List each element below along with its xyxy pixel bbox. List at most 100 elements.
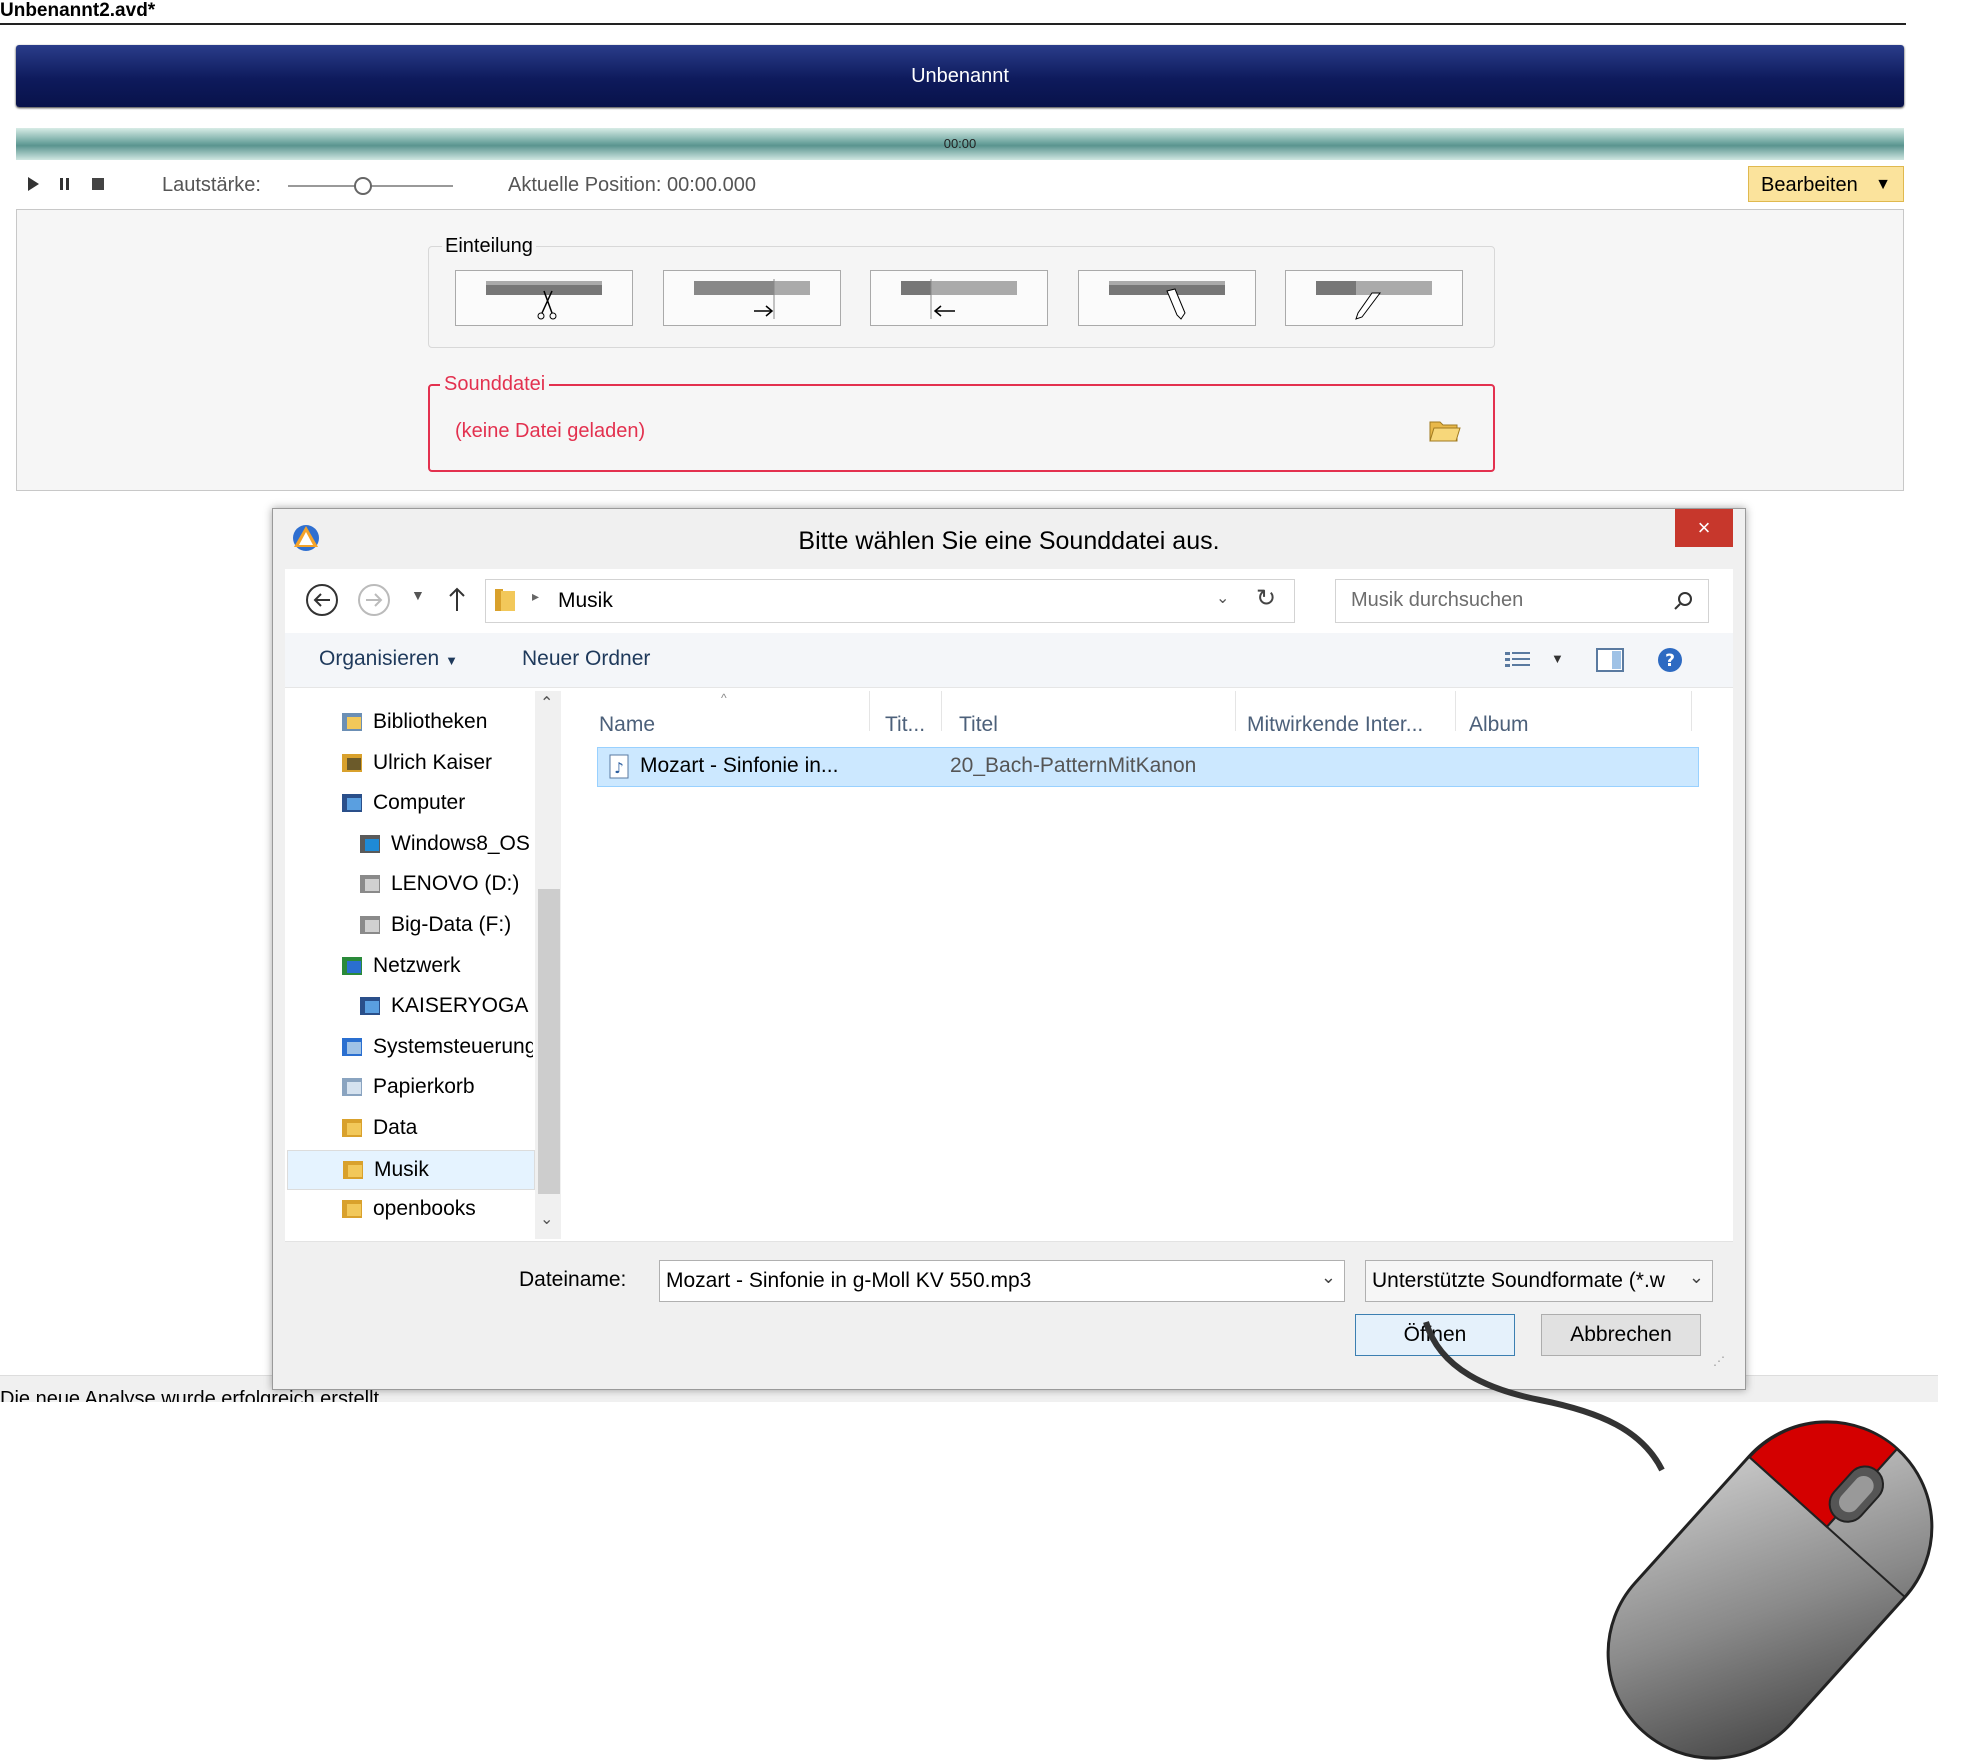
edit-segment-button[interactable]: [1285, 270, 1463, 326]
no-file-text: (keine Datei geladen): [455, 420, 646, 442]
address-dropdown-icon[interactable]: ⌄: [1216, 588, 1229, 608]
open-file-dialog: Bitte wählen Sie eine Sounddatei aus. × …: [272, 508, 1746, 1390]
table-row[interactable]: ♪ Mozart - Sinfonie in... 20_Bach-Patter…: [597, 747, 1699, 787]
back-icon[interactable]: [305, 583, 339, 617]
playback-controls: Lautstärke: Aktuelle Position: 00:00.000…: [0, 166, 1906, 204]
search-input[interactable]: Musik durchsuchen: [1335, 579, 1709, 623]
tree-item-data[interactable]: Data: [287, 1109, 533, 1147]
tree-item-label: Computer: [373, 791, 466, 815]
status-text: Die neue Analyse wurde erfolgreich erste…: [0, 1388, 385, 1402]
folder-icon: [342, 1200, 362, 1219]
chevron-down-icon[interactable]: ⌄: [1321, 1267, 1336, 1288]
column-header-album[interactable]: Album: [1469, 713, 1529, 737]
sounddatei-label: Sounddatei: [440, 373, 550, 396]
tree-item-label: Bibliotheken: [373, 710, 488, 733]
organize-menu[interactable]: Organisieren ▼: [319, 647, 458, 671]
split-segment-button[interactable]: [455, 270, 633, 326]
tree-item-ulrich-kaiser[interactable]: Ulrich Kaiser: [287, 744, 533, 782]
extend-right-button[interactable]: [663, 270, 841, 326]
scroll-up-icon[interactable]: ⌃: [540, 693, 553, 713]
tree-item-openbooks[interactable]: openbooks: [287, 1190, 533, 1228]
volume-slider-thumb[interactable]: [354, 177, 373, 195]
tree-item-windows8-os[interactable]: Windows8_OS: [287, 825, 533, 863]
current-position: Aktuelle Position: 00:00.000: [508, 174, 756, 196]
address-bar[interactable]: ▸ Musik ⌄ ↻: [485, 579, 1295, 623]
tree-item-big-data-f[interactable]: Big-Data (F:): [287, 906, 533, 944]
tree-item-label: TODO: [373, 1238, 533, 1239]
open-folder-icon[interactable]: [1428, 416, 1462, 444]
chevron-down-icon[interactable]: ⌄: [1689, 1267, 1704, 1288]
computer-mouse-illustration: [1423, 1321, 1934, 1760]
view-options-icon[interactable]: [1503, 649, 1533, 671]
tree-item-label: Papierkorb: [373, 1075, 475, 1099]
up-arrow-icon[interactable]: [447, 585, 467, 613]
tree-item-label: openbooks: [373, 1197, 476, 1221]
folder-icon: [495, 589, 515, 611]
tree-scrollbar-thumb[interactable]: [538, 889, 560, 1194]
tree-item-computer[interactable]: Computer: [287, 784, 533, 822]
new-folder-button[interactable]: Neuer Ordner: [522, 647, 650, 671]
navigation-tree: Bibliotheken Ulrich Kaiser Computer Windows…: [285, 691, 565, 1239]
window-title: Unbenannt2.avd*: [0, 0, 156, 21]
computer-icon: [360, 997, 380, 1016]
mark-segment-button[interactable]: [1078, 270, 1256, 326]
tree-item-bibliotheken[interactable]: Bibliotheken: [287, 703, 533, 741]
folder-icon: [343, 1160, 363, 1179]
column-header-name[interactable]: Name: [599, 713, 655, 737]
column-separator: [1235, 691, 1236, 731]
scissors-icon: [486, 281, 602, 320]
tree-item-label: Windows8_OS: [391, 831, 530, 855]
preview-pane-icon[interactable]: [1595, 647, 1625, 673]
filename-label: Dateiname:: [519, 1268, 627, 1291]
analysis-title-banner: Unbenannt: [16, 45, 1904, 107]
edit-button-label: Bearbeiten: [1761, 174, 1858, 196]
column-header-track[interactable]: Tit...: [885, 713, 925, 737]
filetype-select[interactable]: Unterstützte Soundformate (*.w ⌄: [1365, 1260, 1713, 1302]
chevron-down-icon: ▼: [445, 653, 458, 668]
tree-item-label: Systemsteuerung: [373, 1034, 533, 1058]
tree-item-papierkorb[interactable]: Papierkorb: [287, 1068, 533, 1106]
help-icon[interactable]: ?: [1657, 647, 1683, 673]
recent-locations-icon[interactable]: ▼: [411, 587, 425, 603]
tree-item-label: LENOVO (D:): [391, 872, 520, 896]
tree-item-lenovo-d[interactable]: LENOVO (D:): [287, 865, 533, 903]
sort-ascending-icon: ^: [721, 691, 727, 705]
column-header-artists[interactable]: Mitwirkende Inter...: [1247, 713, 1423, 737]
tree-item-netzwerk[interactable]: Netzwerk: [287, 947, 533, 985]
libraries-icon: [342, 713, 362, 731]
windows-drive-icon: [360, 834, 380, 853]
edit-dropdown-button[interactable]: Bearbeiten ▼: [1748, 166, 1904, 202]
tree-item-musik[interactable]: Musik: [287, 1149, 535, 1190]
tree-item-label: Ulrich Kaiser: [373, 750, 493, 774]
chevron-down-icon: ▼: [1875, 176, 1891, 193]
mouse-cable: [1423, 1321, 1665, 1472]
organize-label: Organisieren: [319, 647, 440, 670]
breadcrumb-musik[interactable]: Musik: [558, 589, 613, 613]
filename-value: Mozart - Sinfonie in g-Moll KV 550.mp3: [666, 1269, 1032, 1292]
filename-input[interactable]: Mozart - Sinfonie in g-Moll KV 550.mp3 ⌄: [659, 1260, 1345, 1302]
forward-icon[interactable]: [357, 583, 391, 617]
tree-item-kaiseryoga[interactable]: KAISERYOGA: [287, 987, 533, 1025]
tree-item-todo[interactable]: TODO: [287, 1231, 533, 1239]
svg-text:♪: ♪: [614, 759, 624, 777]
mouse-icon: [1606, 1420, 1934, 1760]
tree-item-label: Big-Data (F:): [391, 913, 512, 936]
pen-icon: [1109, 281, 1225, 320]
extend-left-button[interactable]: [870, 270, 1048, 326]
search-icon[interactable]: [1672, 590, 1694, 612]
pause-icon[interactable]: [58, 176, 72, 192]
scroll-down-icon[interactable]: ⌄: [540, 1209, 553, 1229]
filetype-value: Unterstützte Soundformate (*.w: [1372, 1269, 1665, 1292]
view-dropdown-icon[interactable]: ▼: [1551, 651, 1564, 666]
close-button[interactable]: ×: [1675, 509, 1733, 547]
command-bar: Organisieren ▼ Neuer Ordner ▼ ?: [285, 633, 1733, 688]
breadcrumb-separator-icon: ▸: [532, 588, 540, 604]
drive-icon: [360, 875, 380, 894]
refresh-icon[interactable]: ↻: [1256, 584, 1276, 613]
stop-icon[interactable]: [90, 176, 106, 192]
tree-item-systemsteuerung[interactable]: Systemsteuerung: [287, 1028, 533, 1066]
column-header-title[interactable]: Titel: [959, 713, 998, 737]
timeline-bar[interactable]: 00:00: [16, 128, 1904, 160]
column-separator: [1691, 691, 1692, 731]
play-icon[interactable]: [26, 176, 40, 192]
